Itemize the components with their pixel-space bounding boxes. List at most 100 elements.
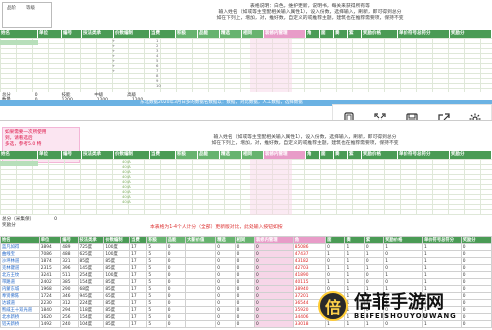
table-cell[interactable]: 0: [325, 257, 346, 265]
table-cell[interactable]: 1: [421, 243, 462, 251]
table-cell[interactable]: 克林键道: [0, 264, 40, 272]
table-cell[interactable]: 3894: [38, 243, 62, 251]
table-cell[interactable]: [185, 299, 217, 307]
table-cell[interactable]: 17: [129, 271, 148, 279]
header-cell[interactable]: 相同: [242, 151, 264, 159]
table-cell[interactable]: [185, 250, 217, 258]
table-cell[interactable]: 17: [129, 278, 148, 286]
table-header-cell[interactable]: 奖励价格: [383, 236, 423, 244]
header-cell[interactable]: 精选: [220, 30, 242, 38]
table-cell[interactable]: 0: [165, 285, 187, 293]
table-cell[interactable]: 1: [363, 264, 385, 272]
table-cell[interactable]: 0: [215, 306, 236, 314]
table-header-cell[interactable]: 面: [325, 236, 346, 244]
table-cell[interactable]: 1724: [38, 292, 62, 300]
table-cell[interactable]: 0: [254, 285, 294, 293]
table-cell[interactable]: 0: [363, 257, 385, 265]
table-cell[interactable]: 1968: [38, 285, 62, 293]
header-cell[interactable]: 单位: [38, 151, 62, 159]
table-cell[interactable]: 256: [60, 313, 79, 321]
table-cell[interactable]: 1: [325, 278, 346, 286]
header-cell[interactable]: 单位: [38, 30, 62, 38]
table-cell[interactable]: 0: [460, 264, 492, 272]
table-cell[interactable]: 145度: [77, 264, 105, 272]
table-cell[interactable]: 1: [363, 250, 385, 258]
table-header-cell[interactable]: 相同: [234, 236, 256, 244]
table-header-cell[interactable]: 装修内管理: [254, 236, 294, 244]
table-row[interactable]: 北方王纹 3241 511 254度 100度 17 5 0 0 0 0 41890 0 1 0 1 1 0: [0, 271, 492, 279]
header-cell[interactable]: 单价符号总符分: [398, 30, 450, 38]
table-cell[interactable]: 47437: [292, 250, 327, 258]
table-cell[interactable]: 945度: [77, 292, 105, 300]
table-cell[interactable]: 68度: [77, 285, 105, 293]
table-cell[interactable]: 40115: [292, 278, 327, 286]
table-cell[interactable]: [185, 285, 217, 293]
table-cell[interactable]: 0: [234, 306, 256, 314]
header-cell[interactable]: 编号: [62, 30, 82, 38]
table-cell[interactable]: 沙坪林道: [0, 257, 40, 265]
table-cell[interactable]: 0: [165, 250, 187, 258]
table-cell[interactable]: 0: [165, 264, 187, 272]
header-cell[interactable]: 当费: [150, 151, 176, 159]
table-cell[interactable]: 396: [60, 264, 79, 272]
table-cell[interactable]: 0: [165, 278, 187, 286]
header-cell[interactable]: 姓名: [0, 151, 38, 159]
header-cell[interactable]: 当费: [150, 30, 176, 38]
header-cell[interactable]: 奖励分: [450, 151, 492, 159]
table-cell[interactable]: [185, 306, 217, 314]
table-cell[interactable]: 曲线宝: [0, 250, 40, 258]
table-cell[interactable]: 17: [129, 313, 148, 321]
table-cell[interactable]: 17: [129, 299, 148, 307]
header-cell[interactable]: 装修内管理: [264, 30, 306, 38]
table-cell[interactable]: 43182: [292, 257, 327, 265]
header-cell[interactable]: 奏: [334, 151, 348, 159]
table-cell[interactable]: 1: [344, 250, 365, 258]
table-cell[interactable]: [185, 320, 217, 328]
table-cell[interactable]: 0: [215, 243, 236, 251]
table-cell[interactable]: 290: [60, 285, 79, 293]
table-header-cell[interactable]: 价数编制: [103, 236, 131, 244]
table-cell[interactable]: 0: [234, 257, 256, 265]
table-cell[interactable]: 3241: [38, 271, 62, 279]
table-cell[interactable]: 0: [234, 271, 256, 279]
table-cell[interactable]: 1620: [38, 313, 62, 321]
table-cell[interactable]: 5: [146, 285, 167, 293]
header-cell[interactable]: 品能: [198, 30, 220, 38]
table-cell[interactable]: 0: [325, 243, 346, 251]
table-cell[interactable]: 17: [129, 292, 148, 300]
table-cell[interactable]: [185, 313, 217, 321]
table-cell[interactable]: 0: [460, 257, 492, 265]
table-header-cell[interactable]: 精选: [215, 236, 236, 244]
table-cell[interactable]: 100度: [103, 250, 131, 258]
table-header-cell[interactable]: 奖励分: [460, 236, 492, 244]
table-cell[interactable]: 5: [146, 243, 167, 251]
header-cell[interactable]: 精选: [220, 151, 242, 159]
header-cell[interactable]: 奖励价格: [362, 151, 398, 159]
table-cell[interactable]: 0: [460, 250, 492, 258]
table-header-cell[interactable]: 当费: [129, 236, 148, 244]
table-header-cell[interactable]: 积极: [146, 236, 167, 244]
table-cell[interactable]: 85度: [103, 320, 131, 328]
table-cell[interactable]: 0: [215, 313, 236, 321]
table-cell[interactable]: 7086: [38, 250, 62, 258]
header-cell[interactable]: 角: [306, 30, 320, 38]
table-cell[interactable]: 5: [146, 264, 167, 272]
table-cell[interactable]: 1: [325, 250, 346, 258]
header-cell[interactable]: 积极: [176, 151, 198, 159]
header-cell[interactable]: 姓名: [0, 30, 38, 38]
table-cell[interactable]: 0: [234, 278, 256, 286]
table-cell[interactable]: 0: [215, 320, 236, 328]
table-cell[interactable]: 254度: [77, 271, 105, 279]
table-cell[interactable]: 0: [215, 271, 236, 279]
table-cell[interactable]: 85度: [103, 313, 131, 321]
table-cell[interactable]: 0: [254, 271, 294, 279]
table-cell[interactable]: [185, 264, 217, 272]
table-cell[interactable]: 5: [146, 250, 167, 258]
header-cell[interactable]: 编号: [62, 151, 82, 159]
table-row[interactable]: 带路道 2402 385 154度 85度 17 5 0 0 0 0 40115 1 1 0 0 1 0: [0, 278, 492, 286]
table-cell[interactable]: 0: [215, 285, 236, 293]
table-cell[interactable]: 0: [165, 243, 187, 251]
table-header-cell[interactable]: 奏: [344, 236, 365, 244]
table-cell[interactable]: 0: [165, 320, 187, 328]
header-cell[interactable]: 积极: [176, 30, 198, 38]
